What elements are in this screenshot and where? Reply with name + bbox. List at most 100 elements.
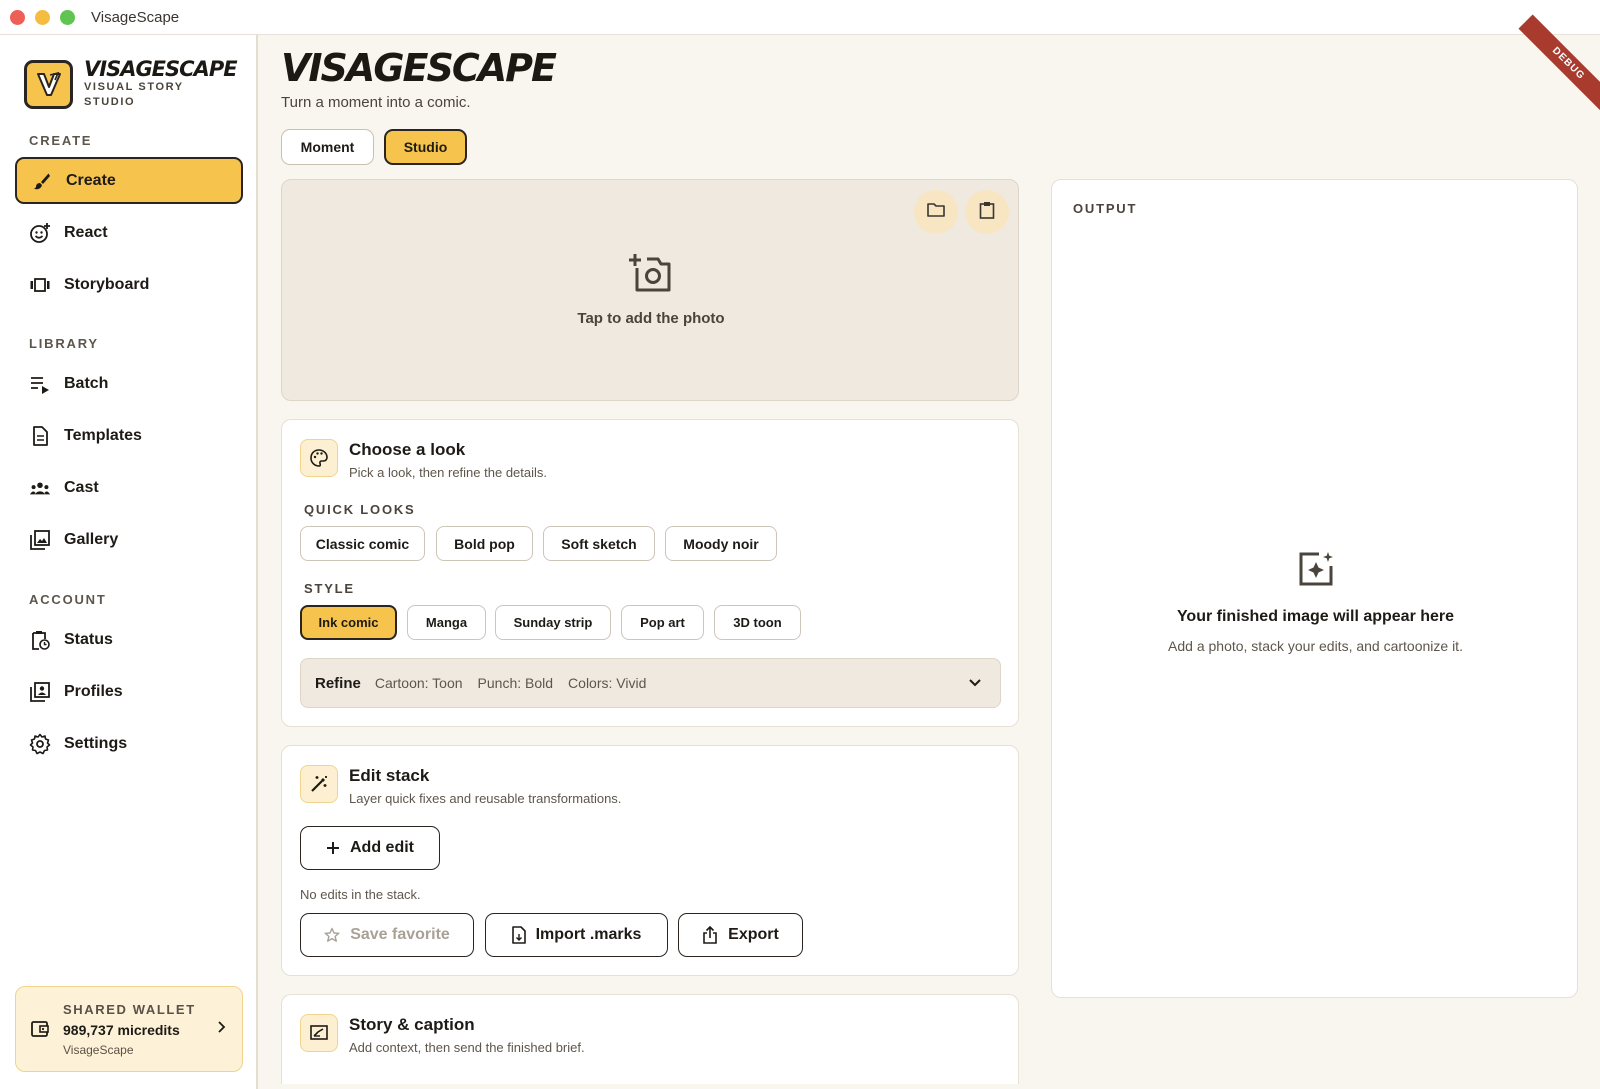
- save-favorite-label: Save favorite: [350, 926, 450, 943]
- sidebar-item-label: Cast: [64, 478, 99, 496]
- style-sunday-strip[interactable]: Sunday strip: [495, 605, 611, 640]
- refine-colors: Colors: Vivid: [568, 675, 647, 691]
- style-manga[interactable]: Manga: [407, 605, 486, 640]
- brand-logo-icon: [24, 59, 73, 109]
- image-sparkle-icon: [1297, 550, 1335, 593]
- look-title: Choose a look: [349, 440, 466, 459]
- sidebar-item-create[interactable]: Create: [15, 157, 243, 204]
- magic-wand-icon: [300, 765, 338, 803]
- import-marks-label: Import .marks: [535, 926, 642, 943]
- sidebar-item-label: Profiles: [64, 682, 123, 700]
- gear-icon: [29, 733, 51, 755]
- photo-library-icon: [29, 529, 51, 551]
- folder-icon: [927, 202, 945, 223]
- clipboard-clock-icon: [29, 629, 51, 651]
- quick-look-classic-comic[interactable]: Classic comic: [300, 526, 425, 561]
- window-title: VisageScape: [91, 8, 180, 26]
- minimize-window-button[interactable]: [35, 9, 50, 25]
- window-titlebar: VisageScape: [0, 0, 1600, 35]
- story-caption-card: Story & caption Add context, then send t…: [281, 994, 1019, 1084]
- story-title: Story & caption: [349, 1015, 475, 1034]
- sidebar-item-templates[interactable]: Templates: [15, 412, 243, 459]
- window-controls: [10, 9, 75, 25]
- chevron-right-icon: [216, 1020, 226, 1039]
- look-subtitle: Pick a look, then refine the details.: [349, 465, 548, 480]
- sidebar-item-gallery[interactable]: Gallery: [15, 516, 243, 563]
- sidebar-item-label: Batch: [64, 374, 109, 392]
- open-folder-button[interactable]: [914, 190, 958, 234]
- brush-icon: [31, 170, 53, 192]
- sidebar-item-label: Status: [64, 630, 113, 648]
- mode-studio-button[interactable]: Studio: [384, 129, 467, 165]
- quick-look-soft-sketch[interactable]: Soft sketch: [543, 526, 655, 561]
- group-icon: [29, 477, 51, 499]
- output-empty-title: Your finished image will appear here: [1176, 608, 1455, 625]
- sidebar: VISAGESCAPE VISUAL STORY STUDIO CREATE C…: [0, 35, 258, 1089]
- import-marks-button[interactable]: Import .marks: [485, 913, 668, 957]
- output-label: OUTPUT: [1073, 201, 1138, 216]
- sidebar-item-label: Gallery: [64, 530, 119, 548]
- story-subtitle: Add context, then send the finished brie…: [349, 1040, 585, 1055]
- sidebar-item-label: Settings: [64, 734, 128, 752]
- plus-icon: [326, 841, 340, 855]
- share-export-icon: [702, 926, 718, 944]
- refine-cartoon: Cartoon: Toon: [374, 675, 463, 691]
- star-icon: [324, 927, 340, 943]
- refine-dropdown[interactable]: Refine Cartoon: Toon Punch: Bold Colors:…: [300, 658, 1001, 708]
- choose-look-card: Choose a look Pick a look, then refine t…: [281, 419, 1019, 727]
- sidebar-item-label: Create: [66, 171, 116, 189]
- sidebar-item-settings[interactable]: Settings: [15, 720, 243, 767]
- section-label-create: CREATE: [29, 133, 93, 148]
- portrait-icon: [29, 681, 51, 703]
- empty-stack-text: No edits in the stack.: [300, 887, 421, 902]
- photo-dropzone[interactable]: Tap to add the photo: [281, 179, 1019, 401]
- sidebar-item-profiles[interactable]: Profiles: [15, 668, 243, 715]
- refine-punch: Punch: Bold: [477, 675, 554, 691]
- wallet-balance: 989,737 micredits: [63, 1022, 180, 1038]
- chevron-down-icon: [968, 675, 982, 691]
- sidebar-item-storyboard[interactable]: Storyboard: [15, 261, 243, 308]
- add-edit-button[interactable]: Add edit: [300, 826, 440, 870]
- sidebar-item-react[interactable]: React: [15, 209, 243, 256]
- mode-moment-button[interactable]: Moment: [281, 129, 374, 165]
- style-3d-toon[interactable]: 3D toon: [714, 605, 801, 640]
- add-edit-label: Add edit: [350, 839, 414, 856]
- shared-wallet-card[interactable]: SHARED WALLET 989,737 micredits VisageSc…: [15, 986, 243, 1072]
- playlist-play-icon: [29, 373, 51, 395]
- output-empty-subtitle: Add a photo, stack your edits, and carto…: [1168, 638, 1463, 654]
- sidebar-item-cast[interactable]: Cast: [15, 464, 243, 511]
- sidebar-item-status[interactable]: Status: [15, 616, 243, 663]
- wallet-org: VisageScape: [63, 1043, 134, 1057]
- page-tagline: Turn a moment into a comic.: [281, 94, 471, 111]
- wallet-label: SHARED WALLET: [63, 1002, 196, 1017]
- save-favorite-button[interactable]: Save favorite: [300, 913, 474, 957]
- brand-name: VISAGESCAPE: [84, 57, 238, 81]
- carousel-icon: [29, 274, 51, 296]
- quick-look-moody-noir[interactable]: Moody noir: [665, 526, 777, 561]
- brand-subtitle: VISUAL STORY STUDIO: [84, 81, 184, 108]
- palette-icon: [300, 439, 338, 477]
- emoji-add-icon: [29, 222, 51, 244]
- caption-edit-icon: [300, 1014, 338, 1052]
- output-panel: OUTPUT Your finished image will appear h…: [1051, 179, 1578, 998]
- export-label: Export: [728, 926, 779, 943]
- quick-look-bold-pop[interactable]: Bold pop: [436, 526, 533, 561]
- clipboard-icon: [979, 201, 995, 224]
- style-pop-art[interactable]: Pop art: [621, 605, 704, 640]
- quick-looks-label: QUICK LOOKS: [304, 502, 416, 517]
- edit-stack-subtitle: Layer quick fixes and reusable transform…: [349, 791, 622, 806]
- refine-title: Refine: [315, 674, 361, 692]
- sidebar-item-batch[interactable]: Batch: [15, 360, 243, 407]
- sidebar-item-label: Templates: [64, 426, 142, 444]
- edit-stack-title: Edit stack: [349, 766, 430, 785]
- brand: VISAGESCAPE VISUAL STORY STUDIO: [24, 57, 238, 110]
- export-button[interactable]: Export: [678, 913, 803, 957]
- close-window-button[interactable]: [10, 9, 25, 25]
- document-icon: [29, 425, 51, 447]
- section-label-library: LIBRARY: [29, 336, 99, 351]
- paste-clipboard-button[interactable]: [965, 190, 1009, 234]
- sidebar-item-label: Storyboard: [64, 275, 150, 293]
- style-label: STYLE: [304, 581, 355, 596]
- maximize-window-button[interactable]: [60, 9, 75, 25]
- style-ink-comic[interactable]: Ink comic: [300, 605, 397, 640]
